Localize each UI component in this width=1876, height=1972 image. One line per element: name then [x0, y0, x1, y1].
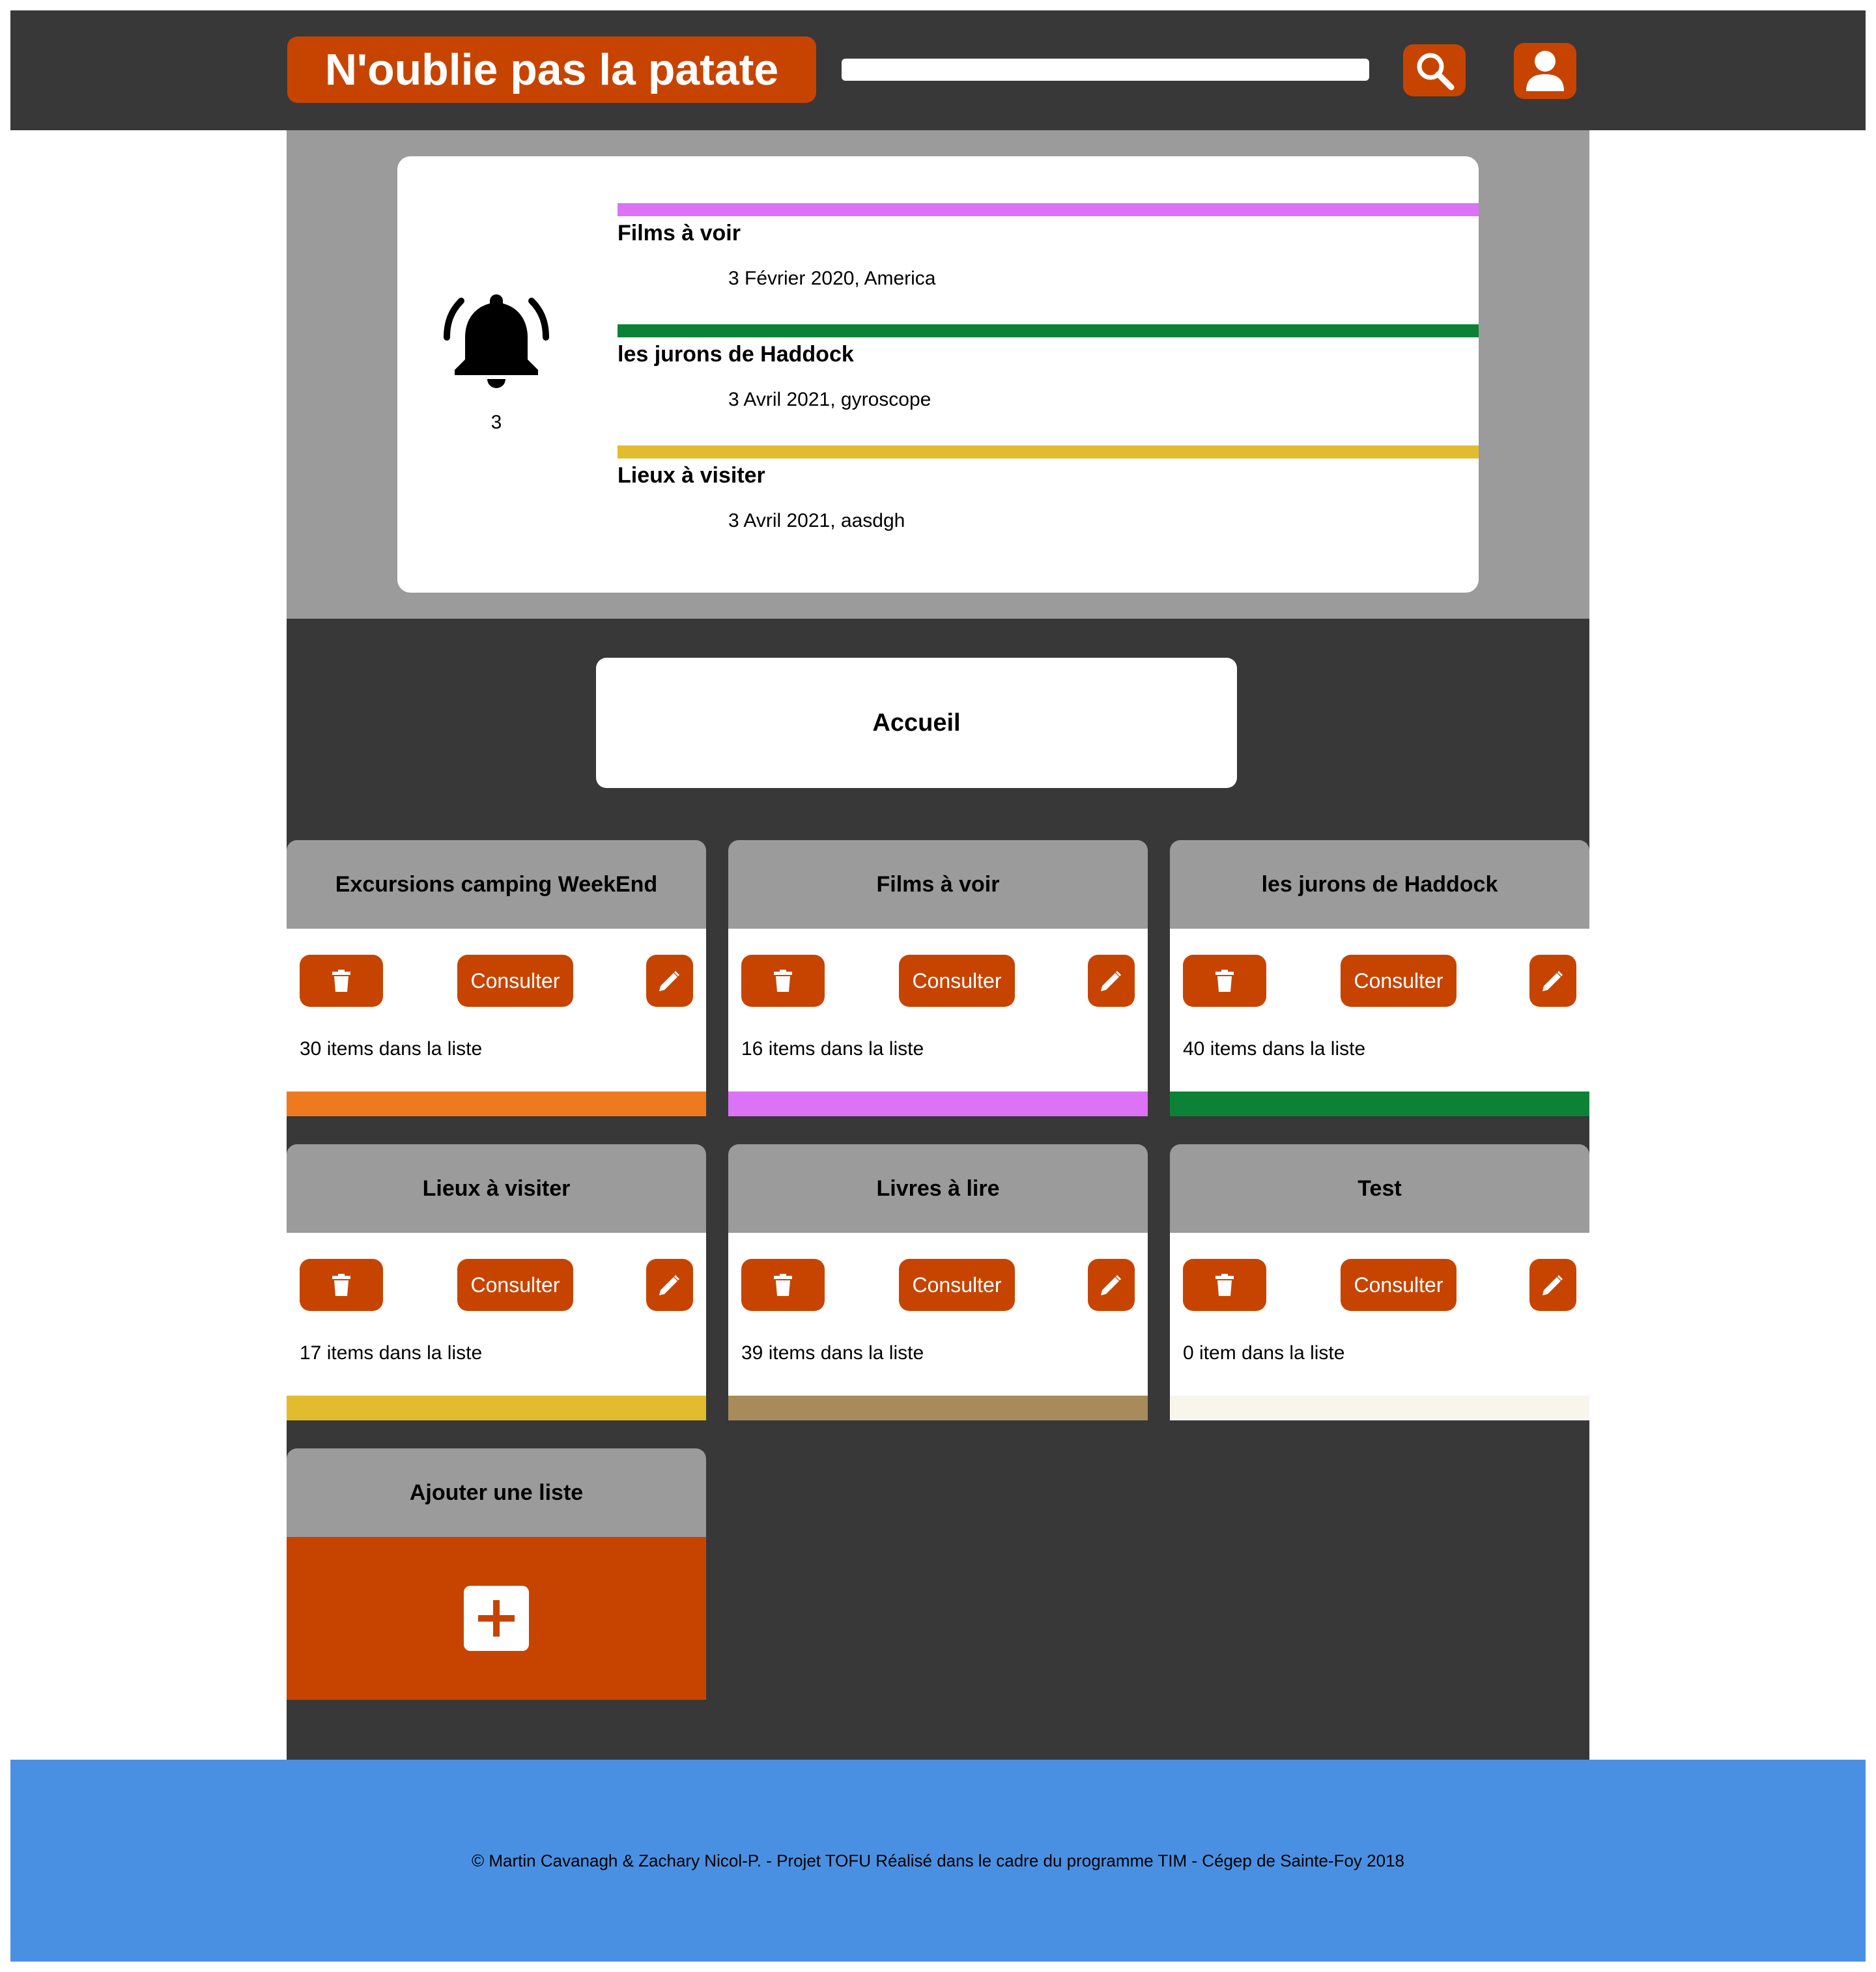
pencil-icon — [659, 1275, 679, 1295]
edit-list-button[interactable] — [646, 955, 693, 1007]
pencil-icon — [1542, 971, 1563, 991]
trash-icon — [1215, 1274, 1234, 1296]
notifications-panel: 3 Films à voir 3 Février 2020, America l… — [397, 156, 1479, 593]
bell-icon — [444, 294, 549, 388]
list-card-body: Consulter 30 items dans la liste — [287, 929, 706, 1092]
delete-list-button[interactable] — [1183, 955, 1266, 1007]
plus-icon — [464, 1586, 529, 1651]
notifications-band: 3 Films à voir 3 Février 2020, America l… — [287, 130, 1589, 619]
consult-list-button[interactable]: Consulter — [899, 955, 1015, 1007]
trash-icon — [774, 1274, 792, 1296]
notification-item[interactable]: Lieux à visiter 3 Avril 2021, aasdgh — [618, 445, 1479, 534]
edit-list-button[interactable] — [1529, 955, 1576, 1007]
edit-list-button[interactable] — [1088, 1259, 1135, 1311]
add-list-button[interactable] — [287, 1537, 706, 1700]
list-title: Livres à lire — [728, 1144, 1148, 1233]
pencil-icon — [1101, 971, 1121, 991]
list-color-bar — [287, 1396, 706, 1420]
notification-item[interactable]: les jurons de Haddock 3 Avril 2021, gyro… — [618, 324, 1479, 413]
list-item-count: 17 items dans la liste — [300, 1342, 483, 1364]
list-title: Lieux à visiter — [287, 1144, 706, 1233]
edit-list-button[interactable] — [1529, 1259, 1576, 1311]
delete-list-button[interactable] — [741, 1259, 825, 1311]
trash-icon — [774, 970, 792, 992]
list-card-body: Consulter 16 items dans la liste — [728, 929, 1148, 1092]
consult-list-button[interactable]: Consulter — [457, 1259, 573, 1311]
list-card: Livres à lire Consulter 39 items dans la… — [728, 1144, 1148, 1420]
list-color-bar — [728, 1396, 1148, 1420]
list-item-count: 30 items dans la liste — [300, 1038, 483, 1060]
list-item-count: 40 items dans la liste — [1183, 1038, 1366, 1060]
notification-item[interactable]: Films à voir 3 Février 2020, America — [618, 203, 1479, 292]
add-list-title: Ajouter une liste — [287, 1448, 706, 1537]
list-item-count: 16 items dans la liste — [741, 1038, 924, 1060]
top-header: N'oublie pas la patate — [10, 10, 1866, 130]
notification-title: Films à voir — [618, 221, 741, 246]
search-icon — [1417, 53, 1455, 91]
notification-color-bar — [618, 324, 1479, 337]
pencil-icon — [1101, 1275, 1121, 1295]
page-title: Accueil — [596, 658, 1237, 788]
search-input[interactable] — [842, 59, 1369, 81]
list-color-bar — [287, 1092, 706, 1116]
notification-subtitle: 3 Avril 2021, aasdgh — [728, 510, 905, 531]
list-title: Test — [1170, 1144, 1589, 1233]
delete-list-button[interactable] — [300, 955, 383, 1007]
consult-list-button[interactable]: Consulter — [1341, 1259, 1457, 1311]
trash-icon — [332, 1274, 350, 1296]
site-logo[interactable]: N'oublie pas la patate — [287, 36, 816, 103]
notification-subtitle: 3 Avril 2021, gyroscope — [728, 389, 931, 410]
consult-list-button[interactable]: Consulter — [1341, 955, 1457, 1007]
add-list-card: Ajouter une liste — [287, 1448, 706, 1700]
list-color-bar — [728, 1092, 1148, 1116]
list-card-body: Consulter 39 items dans la liste — [728, 1233, 1148, 1396]
list-color-bar — [1170, 1396, 1589, 1420]
list-title: les jurons de Haddock — [1170, 840, 1589, 929]
list-card: Excursions camping WeekEnd Consulter 30 … — [287, 840, 706, 1116]
notification-color-bar — [618, 203, 1479, 216]
footer-copyright: © Martin Cavanagh & Zachary Nicol-P. - P… — [472, 1850, 1404, 1870]
user-icon — [1526, 51, 1564, 91]
main-content: Accueil Excursions camping WeekEnd Consu… — [287, 619, 1589, 1760]
pencil-icon — [659, 971, 679, 991]
pencil-icon — [1542, 1275, 1563, 1295]
list-card: Test Consulter 0 item dans la liste — [1170, 1144, 1589, 1420]
notification-count: 3 — [490, 412, 502, 433]
delete-list-button[interactable] — [741, 955, 825, 1007]
list-card: Films à voir Consulter 16 items dans la … — [728, 840, 1148, 1116]
list-card: Lieux à visiter Consulter 17 items dans … — [287, 1144, 706, 1420]
list-item-count: 0 item dans la liste — [1183, 1342, 1345, 1364]
user-account-button[interactable] — [1514, 43, 1576, 99]
list-card: les jurons de Haddock Consulter 40 items… — [1170, 840, 1589, 1116]
list-card-body: Consulter 40 items dans la liste — [1170, 929, 1589, 1092]
notification-subtitle: 3 Février 2020, America — [728, 268, 936, 289]
trash-icon — [1215, 970, 1234, 992]
list-card-body: Consulter 17 items dans la liste — [287, 1233, 706, 1396]
edit-list-button[interactable] — [1088, 955, 1135, 1007]
notification-title: les jurons de Haddock — [618, 342, 854, 367]
search-button[interactable] — [1403, 44, 1466, 96]
delete-list-button[interactable] — [1183, 1259, 1266, 1311]
list-card-body: Consulter 0 item dans la liste — [1170, 1233, 1589, 1396]
notification-title: Lieux à visiter — [618, 463, 765, 488]
list-title: Films à voir — [728, 840, 1148, 929]
consult-list-button[interactable]: Consulter — [899, 1259, 1015, 1311]
notification-color-bar — [618, 445, 1479, 458]
page-footer: © Martin Cavanagh & Zachary Nicol-P. - P… — [10, 1760, 1866, 1962]
list-title: Excursions camping WeekEnd — [287, 840, 706, 929]
consult-list-button[interactable]: Consulter — [457, 955, 573, 1007]
list-item-count: 39 items dans la liste — [741, 1342, 924, 1364]
list-color-bar — [1170, 1092, 1589, 1116]
delete-list-button[interactable] — [300, 1259, 383, 1311]
trash-icon — [332, 970, 350, 992]
edit-list-button[interactable] — [646, 1259, 693, 1311]
